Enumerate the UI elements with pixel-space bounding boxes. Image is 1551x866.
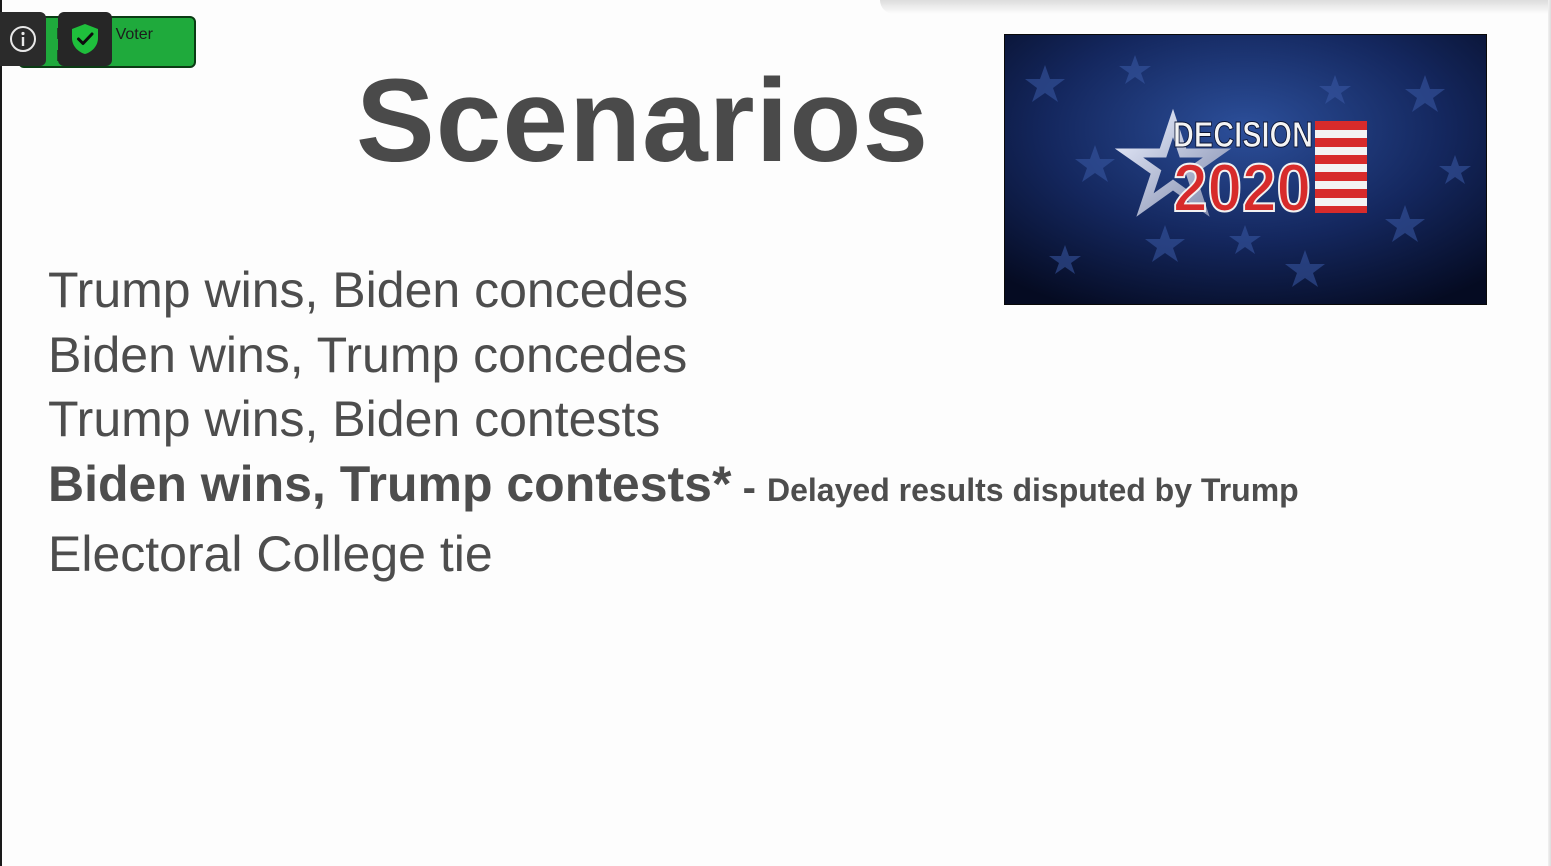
scenario-note: Delayed results disputed by Trump [767, 471, 1299, 508]
decision-year: 2020 [1173, 150, 1311, 226]
scenario-separator: - [731, 465, 767, 510]
scenario-item: Electoral College tie [48, 522, 1299, 587]
left-border [0, 0, 2, 866]
scenario-item: Trump wins, Biden contests [48, 387, 1299, 452]
info-icon [10, 26, 36, 52]
scenario-text: Electoral College tie [48, 526, 493, 582]
scenario-item: Trump wins, Biden concedes [48, 258, 1299, 323]
scenario-text: Biden wins, Trump concedes [48, 326, 688, 383]
shield-check-icon [72, 24, 98, 54]
scenario-text: Biden wins, Trump contests* [48, 455, 732, 512]
scenario-text: Trump wins, Biden contests [48, 391, 661, 447]
scenario-text: Trump wins, Biden concedes [48, 262, 689, 318]
decision-heading: DECISION [1173, 114, 1313, 155]
window-shadow [880, 0, 1551, 14]
slide-stage: Popular Voter Period Scenarios [0, 0, 1551, 866]
scenario-list: Trump wins, Biden concedes Biden wins, T… [48, 258, 1299, 587]
security-button[interactable] [58, 12, 112, 66]
slide-title: Scenarios [356, 55, 930, 187]
scenario-item: Biden wins, Trump concedes [48, 323, 1299, 388]
info-button[interactable] [0, 12, 46, 66]
scenario-item-emphasized: Biden wins, Trump contests* - Delayed re… [48, 452, 1299, 523]
